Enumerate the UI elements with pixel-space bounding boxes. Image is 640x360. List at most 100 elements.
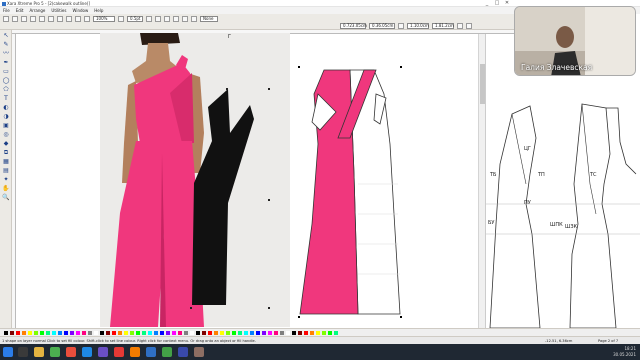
colour-swatch[interactable] [280,331,284,335]
colour-swatch[interactable] [250,331,254,335]
vertical-scrollbar[interactable] [478,34,485,328]
colour-swatch[interactable] [148,331,152,335]
redo-icon[interactable] [75,15,81,22]
app-red-icon[interactable] [66,347,76,357]
menu-window[interactable]: Window [72,8,88,13]
colour-swatch[interactable] [166,331,170,335]
minimize-button[interactable]: _ [482,0,492,7]
text-tool-icon[interactable]: T [2,95,10,102]
colour-swatch[interactable] [16,331,20,335]
app-brown-icon[interactable] [194,347,204,357]
black-piece-shape[interactable] [100,33,290,327]
text-icon[interactable] [155,15,161,22]
height-field[interactable]: 1.81.2cm [432,22,454,29]
colour-swatch[interactable] [160,331,164,335]
colour-palette[interactable] [0,328,640,336]
colour-swatch[interactable] [142,331,146,335]
dress-sketch[interactable] [290,34,478,328]
transform-icon[interactable] [191,15,197,22]
colour-swatch[interactable] [286,331,290,335]
flip-icon[interactable] [457,22,463,29]
colour-swatch[interactable] [130,331,134,335]
width-field[interactable]: 1.10.0cm [407,22,429,29]
colour-swatch[interactable] [40,331,44,335]
colour-swatch[interactable] [256,331,260,335]
colour-swatch[interactable] [154,331,158,335]
reference-photo[interactable] [100,33,290,327]
x-position-field[interactable]: 0.723.05cm [340,22,367,29]
bevel-tool-icon[interactable]: ◆ [2,140,10,147]
colour-swatch[interactable] [316,331,320,335]
colour-swatch[interactable] [112,331,116,335]
colour-swatch[interactable] [190,331,194,335]
colour-swatch[interactable] [172,331,176,335]
colour-swatch[interactable] [328,331,332,335]
transparency-tool-icon[interactable]: ◑ [2,113,10,120]
close-button[interactable]: ✕ [502,0,512,7]
open-icon[interactable] [12,15,18,22]
colour-swatch[interactable] [178,331,182,335]
y-position-field[interactable]: 0.36.05cm [369,22,395,29]
new-icon[interactable] [3,15,9,22]
zoom-icon[interactable] [84,15,90,22]
colour-swatch[interactable] [88,331,92,335]
colour-swatch[interactable] [268,331,272,335]
file-explorer-icon[interactable] [34,347,44,357]
save-icon[interactable] [21,15,27,22]
colour-swatch[interactable] [184,331,188,335]
quickshape-tool-icon[interactable]: ⬠ [2,86,10,93]
colour-swatch[interactable] [52,331,56,335]
menu-file[interactable]: File [3,8,10,13]
colour-swatch[interactable] [58,331,62,335]
colour-swatch[interactable] [94,331,98,335]
video-call-window[interactable]: Галия Злачевская [514,6,636,76]
copy-icon[interactable] [48,15,54,22]
arrow-icon[interactable] [146,15,152,22]
menu-help[interactable]: Help [94,8,103,13]
push-tool-icon[interactable]: ✋ [2,185,10,192]
blend-tool-icon[interactable]: ⧉ [2,149,10,156]
colour-swatch[interactable] [220,331,224,335]
maximize-button[interactable]: □ [492,0,502,7]
system-tray[interactable]: 18:21 30.05.2021 [613,346,636,358]
colour-swatch[interactable] [304,331,308,335]
cut-icon[interactable] [39,15,45,22]
colour-swatch[interactable] [34,331,38,335]
colour-swatch[interactable] [28,331,32,335]
mould-tool-icon[interactable]: ▦ [2,158,10,165]
zoom-tool-icon[interactable]: 🔍 [2,194,10,201]
colour-swatch[interactable] [292,331,296,335]
xara-icon[interactable] [146,347,156,357]
pen-tool-icon[interactable]: ✒ [2,59,10,66]
group-icon[interactable] [173,15,179,22]
colour-swatch[interactable] [4,331,8,335]
menu-arrange[interactable]: Arrange [29,8,45,13]
colour-swatch[interactable] [76,331,80,335]
zoom-select[interactable]: 100% [93,15,115,22]
opera-icon[interactable] [114,347,124,357]
colour-swatch[interactable] [136,331,140,335]
colour-swatch[interactable] [262,331,266,335]
menu-utilities[interactable]: Utilities [51,8,66,13]
start-icon[interactable] [3,347,13,357]
rotate-icon[interactable] [466,22,472,29]
pattern-panel[interactable]: ЦГ ТБ ТП ПУ БУ ШПК ШЗК ТС [485,34,640,329]
app-green-icon[interactable] [162,347,172,357]
colour-swatch[interactable] [10,331,14,335]
fill-mode-select[interactable]: None [200,15,218,22]
colour-swatch[interactable] [70,331,74,335]
align-icon[interactable] [182,15,188,22]
app-purple-icon[interactable] [98,347,108,357]
chrome-icon[interactable] [50,347,60,357]
colour-swatch[interactable] [202,331,206,335]
shadow-tool-icon[interactable]: ▣ [2,122,10,129]
colour-swatch[interactable] [46,331,50,335]
ellipse-tool-icon[interactable]: ◯ [2,77,10,84]
search-icon[interactable] [18,347,28,357]
colour-swatch[interactable] [214,331,218,335]
undo-icon[interactable] [66,15,72,22]
colour-swatch[interactable] [238,331,242,335]
colour-swatch[interactable] [274,331,278,335]
layer-icon[interactable] [164,15,170,22]
contour-tool-icon[interactable]: ◎ [2,131,10,138]
